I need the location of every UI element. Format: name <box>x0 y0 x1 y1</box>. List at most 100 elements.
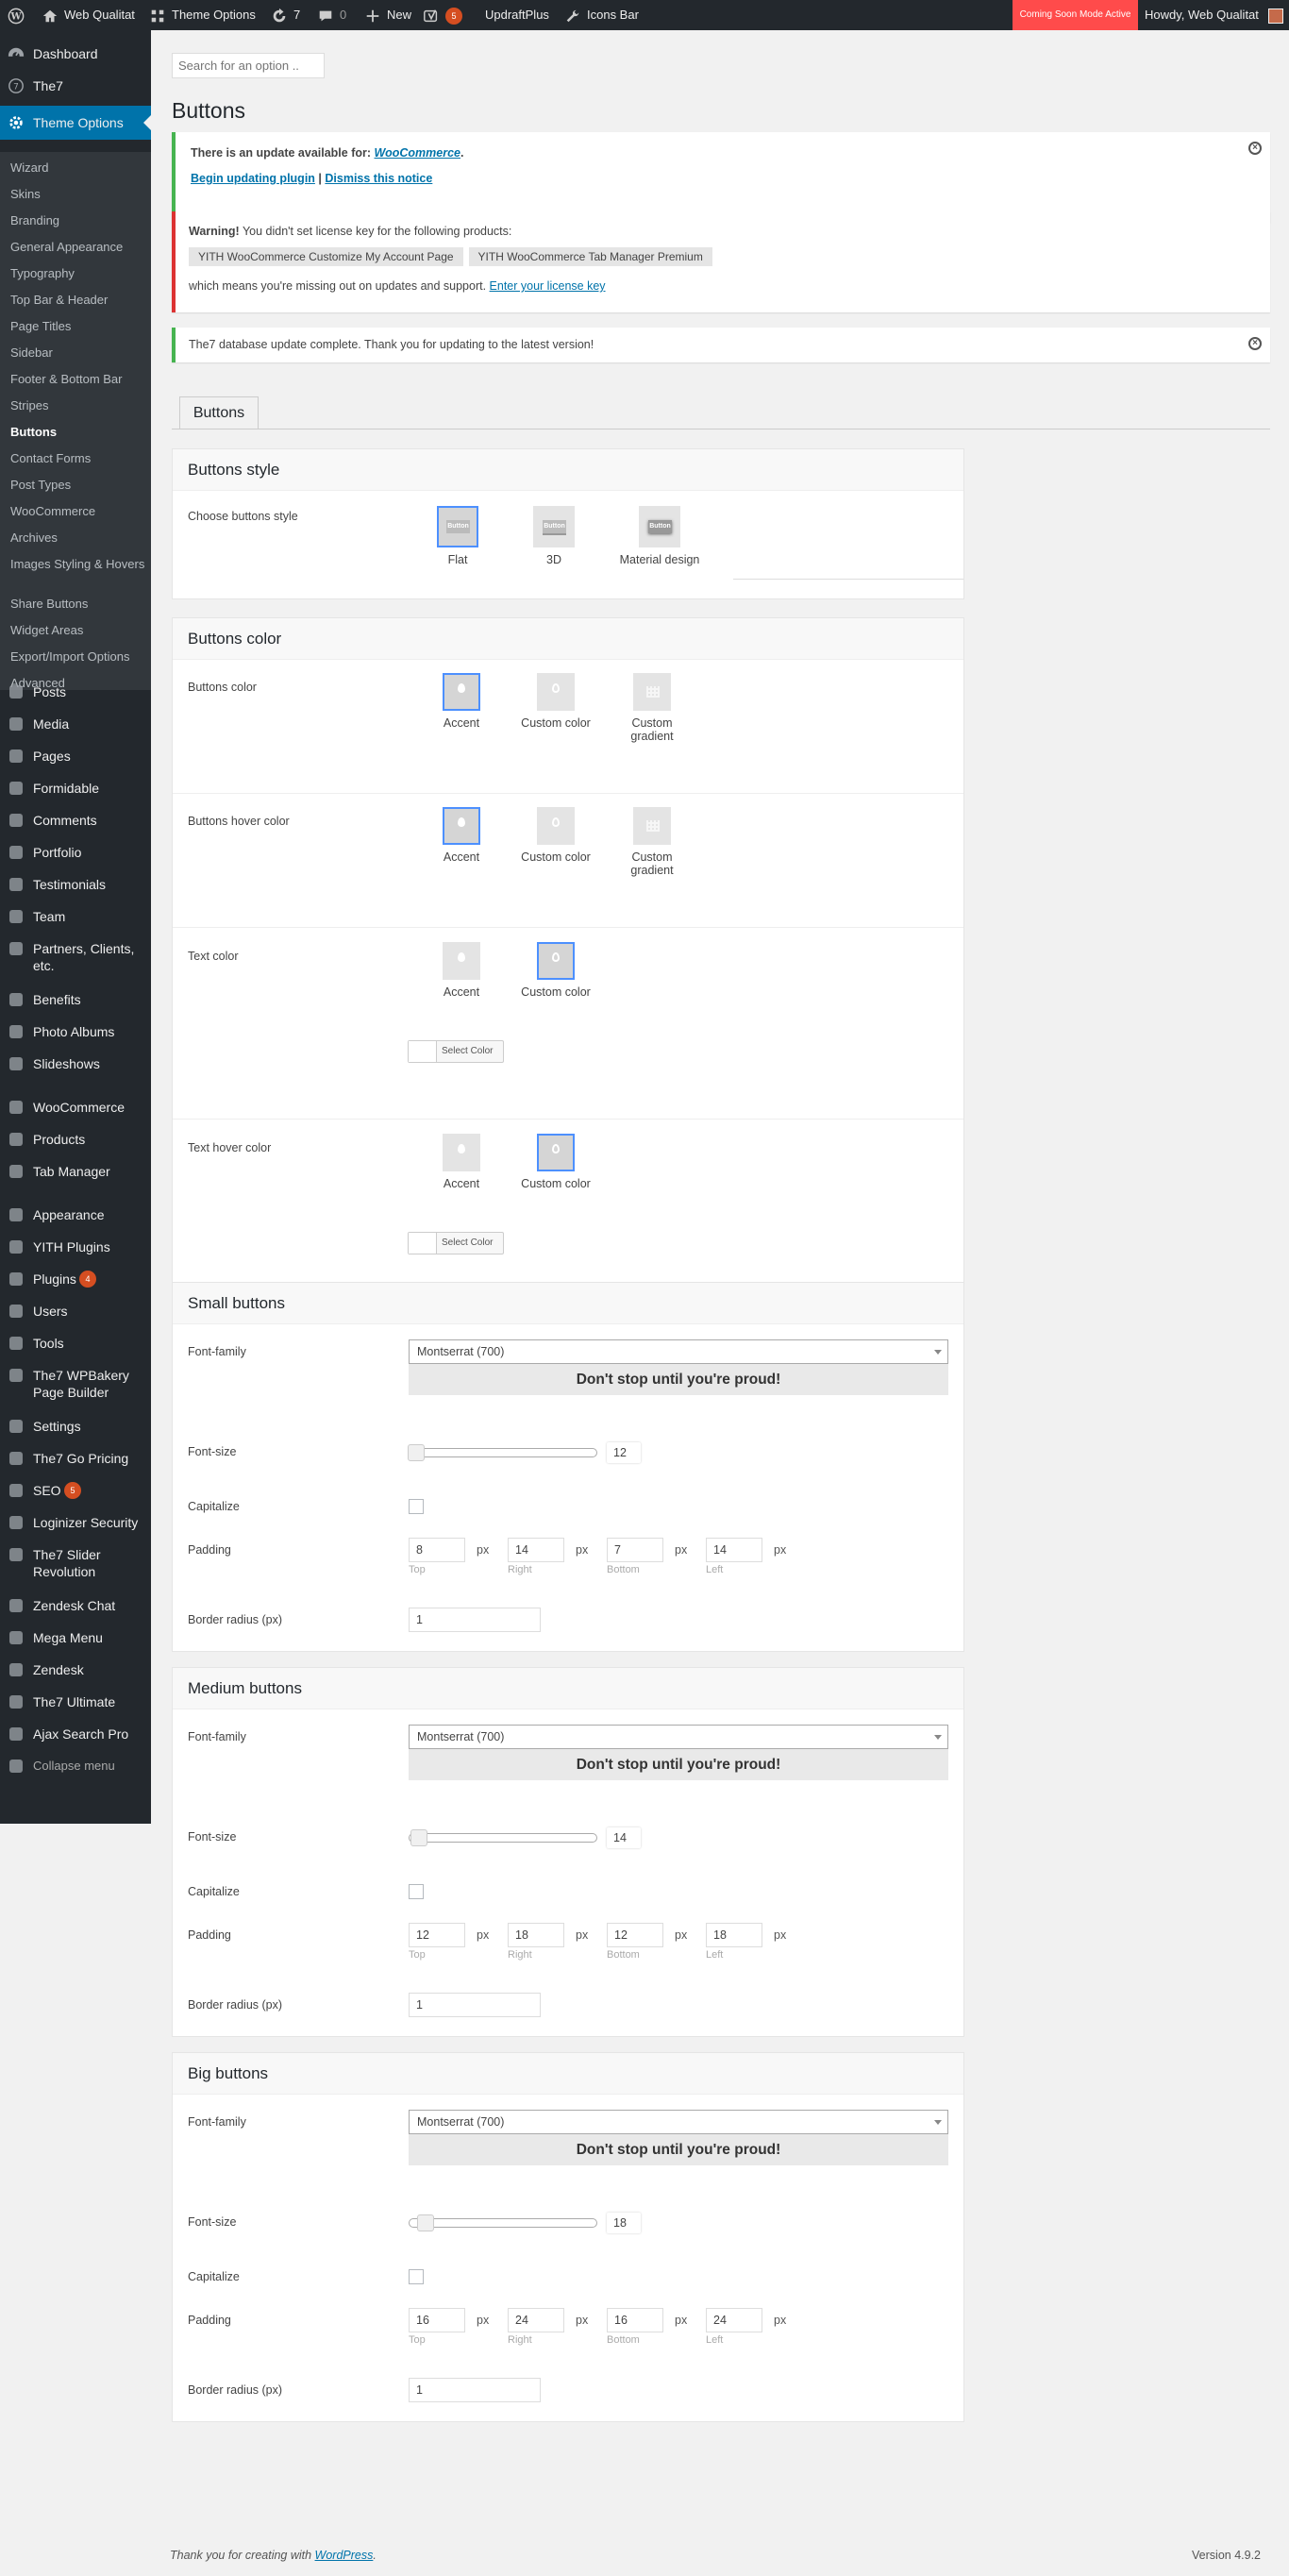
padding-top-input[interactable]: 16 <box>409 2308 465 2332</box>
comments-link[interactable]: 0 <box>317 0 346 30</box>
submenu-item-woocommerce[interactable]: WooCommerce <box>10 503 147 520</box>
font-family-select[interactable]: Montserrat (700) <box>409 1339 948 1364</box>
style-option-material-design[interactable]: Button Material design <box>612 506 707 566</box>
new-content-link[interactable]: New <box>364 0 411 30</box>
submenu-item-skins[interactable]: Skins <box>10 186 147 203</box>
section-title: Small buttons <box>173 1283 963 1324</box>
font-preview: Don't stop until you're proud! <box>409 1749 948 1780</box>
close-icon[interactable]: × <box>1248 142 1262 155</box>
select-color-button[interactable]: Select Color <box>408 1232 504 1254</box>
capitalize-label: Capitalize <box>188 1500 240 1513</box>
padding-right-input[interactable]: 18 <box>508 1923 564 1947</box>
font-family-select[interactable]: Montserrat (700) <box>409 2110 948 2134</box>
wordpress-logo-icon[interactable]: W <box>8 0 30 30</box>
theme-options-link[interactable]: Theme Options <box>149 0 256 30</box>
submenu-item-general-appearance[interactable]: General Appearance <box>10 239 147 256</box>
slider-handle[interactable] <box>408 1444 425 1461</box>
padding-left-input[interactable]: 14 <box>706 1538 762 1562</box>
padding-top-input[interactable]: 12 <box>409 1923 465 1947</box>
capitalize-checkbox[interactable] <box>409 1884 424 1899</box>
font-size-slider[interactable] <box>409 2214 597 2231</box>
dismiss-notice-link[interactable]: Dismiss this notice <box>325 172 432 185</box>
submenu-item-top-bar-header[interactable]: Top Bar & Header <box>10 292 147 309</box>
site-name-link[interactable]: Web Qualitat <box>42 0 135 30</box>
submenu-item-export-import-options[interactable]: Export/Import Options <box>10 648 147 665</box>
font-family-select[interactable]: Montserrat (700) <box>409 1725 948 1749</box>
slider-handle[interactable] <box>410 1829 428 1846</box>
padding-bottom-input[interactable]: 16 <box>607 2308 663 2332</box>
font-size-value[interactable]: 12 <box>607 1442 641 1463</box>
padding-label: Padding <box>188 1928 231 1942</box>
buttons-color-accent-option[interactable]: Accent <box>424 673 499 730</box>
sidebar-item-theme-options[interactable]: Theme Options <box>0 106 151 140</box>
text-hover-color-custom-option[interactable]: Custom color <box>518 1134 594 1190</box>
capitalize-checkbox[interactable] <box>409 1499 424 1514</box>
padding-right-input[interactable]: 24 <box>508 2308 564 2332</box>
font-size-slider[interactable] <box>409 1829 597 1846</box>
submenu-item-sidebar[interactable]: Sidebar <box>10 345 147 362</box>
sidebar-item-label: Partners, Clients, etc. <box>33 941 135 973</box>
border-radius-input[interactable]: 1 <box>409 1608 541 1632</box>
style-option-flat[interactable]: Button Flat <box>420 506 495 566</box>
seo-link[interactable]: 5 <box>423 0 462 30</box>
border-radius-input[interactable]: 1 <box>409 2378 541 2402</box>
submenu-item-buttons[interactable]: Buttons <box>10 424 147 441</box>
swatch <box>443 673 480 711</box>
submenu-item-stripes[interactable]: Stripes <box>10 397 147 414</box>
updates-link[interactable]: 7 <box>271 0 300 30</box>
license-key-link[interactable]: Enter your license key <box>490 279 606 293</box>
text-color-accent-option[interactable]: Accent <box>424 942 499 999</box>
submenu-item-wizard[interactable]: Wizard <box>10 160 147 177</box>
updraft-link[interactable]: UpdraftPlus <box>485 0 549 30</box>
padding-left-input[interactable]: 18 <box>706 1923 762 1947</box>
submenu-item-share-buttons[interactable]: Share Buttons <box>10 596 147 613</box>
padding-right-input[interactable]: 14 <box>508 1538 564 1562</box>
footer-text: Thank you for creating with <box>170 2549 315 2562</box>
submenu-item-images-styling-hovers[interactable]: Images Styling & Hovers <box>10 556 147 573</box>
submenu-item-widget-areas[interactable]: Widget Areas <box>10 622 147 639</box>
hover-color-gradient-option[interactable]: Custom gradient <box>614 807 690 877</box>
hover-color-accent-option[interactable]: Accent <box>424 807 499 864</box>
sidebar-item-label: Formidable <box>33 781 100 796</box>
padding-left-input[interactable]: 24 <box>706 2308 762 2332</box>
slider-handle[interactable] <box>417 2214 434 2231</box>
submenu-item-typography[interactable]: Typography <box>10 265 147 282</box>
font-size-value[interactable]: 14 <box>607 1827 641 1848</box>
padding-bottom-input[interactable]: 12 <box>607 1923 663 1947</box>
submenu-item-page-titles[interactable]: Page Titles <box>10 318 147 335</box>
buttons-color-gradient-option[interactable]: Custom gradient <box>614 673 690 743</box>
submenu-item-branding[interactable]: Branding <box>10 212 147 229</box>
text-color-custom-option[interactable]: Custom color <box>518 942 594 999</box>
woocommerce-link[interactable]: WooCommerce <box>375 146 460 160</box>
padding-top-input[interactable]: 8 <box>409 1538 465 1562</box>
tab-buttons[interactable]: Buttons <box>179 396 259 429</box>
font-size-value[interactable]: 18 <box>607 2213 641 2233</box>
buttons-color-custom-option[interactable]: Custom color <box>518 673 594 730</box>
begin-update-link[interactable]: Begin updating plugin <box>191 172 315 185</box>
close-icon[interactable]: × <box>1248 337 1262 350</box>
submenu-item-post-types[interactable]: Post Types <box>10 477 147 494</box>
text-hover-color-accent-option[interactable]: Accent <box>424 1134 499 1190</box>
font-size-slider[interactable] <box>408 1444 597 1461</box>
capitalize-checkbox[interactable] <box>409 2269 424 2284</box>
select-color-button[interactable]: Select Color <box>408 1040 504 1063</box>
wordpress-link[interactable]: WordPress <box>315 2549 374 2562</box>
section-title: Medium buttons <box>173 1668 963 1709</box>
icons-bar-link[interactable]: Icons Bar <box>564 0 639 30</box>
sidebar-item-label: Pages <box>33 749 71 764</box>
section-title: Buttons color <box>173 618 963 660</box>
search-option-input[interactable] <box>172 53 325 78</box>
submenu-item-footer-bottom-bar[interactable]: Footer & Bottom Bar <box>10 371 147 388</box>
hover-color-custom-option[interactable]: Custom color <box>518 807 594 864</box>
sidebar-badge: 4 <box>79 1271 96 1288</box>
coming-soon-badge[interactable]: Coming Soon Mode Active <box>1013 0 1138 30</box>
sidebar-item-label: The7 <box>33 78 63 93</box>
padding-caption: Right <box>508 1949 532 1961</box>
submenu-item-contact-forms[interactable]: Contact Forms <box>10 450 147 467</box>
style-option-3d[interactable]: Button 3D <box>516 506 592 566</box>
account-menu[interactable]: Howdy, Web Qualitat <box>1145 0 1283 30</box>
row-divider <box>173 1119 963 1120</box>
border-radius-input[interactable]: 1 <box>409 1993 541 2017</box>
padding-bottom-input[interactable]: 7 <box>607 1538 663 1562</box>
submenu-item-archives[interactable]: Archives <box>10 530 147 547</box>
